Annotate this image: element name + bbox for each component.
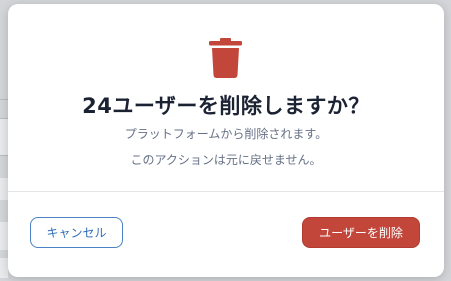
dialog-body: 24ユーザーを削除しますか？ プラットフォームから削除されます。 このアクション… bbox=[8, 4, 444, 191]
trash-icon bbox=[209, 38, 242, 78]
dialog-message-line-1: プラットフォームから削除されます。 bbox=[124, 127, 328, 141]
background-panel bbox=[0, 258, 8, 278]
background-panel bbox=[0, 118, 8, 156]
background-divider bbox=[0, 99, 8, 100]
dialog-message-line-2: このアクションは元に戻せません。 bbox=[130, 153, 322, 167]
background-panel bbox=[0, 178, 8, 200]
delete-users-dialog: 24ユーザーを削除しますか？ プラットフォームから削除されます。 このアクション… bbox=[8, 4, 444, 277]
cancel-button[interactable]: キャンセル bbox=[30, 217, 123, 248]
delete-users-button[interactable]: ユーザーを削除 bbox=[302, 217, 420, 248]
dialog-divider bbox=[8, 191, 444, 192]
background-panel bbox=[0, 222, 8, 250]
dialog-title: 24ユーザーを削除しますか？ bbox=[82, 94, 370, 118]
